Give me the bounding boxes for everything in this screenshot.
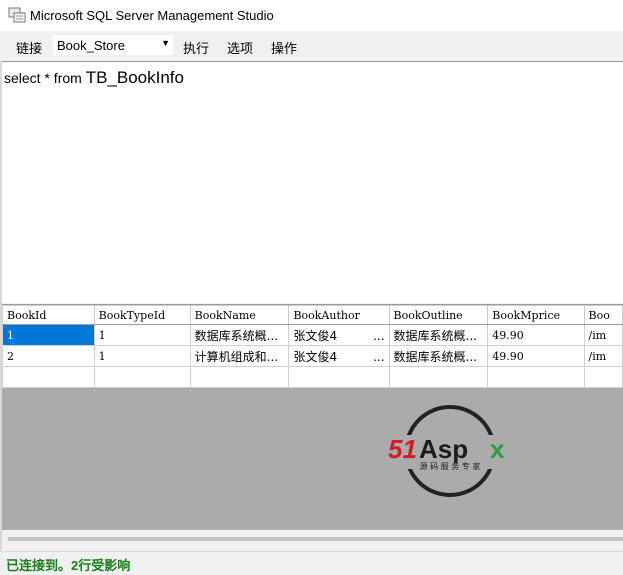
chevron-down-icon: ▼ bbox=[161, 38, 170, 48]
query-prefix: select * from bbox=[4, 70, 86, 86]
results-table: BookId BookTypeId BookName BookAuthor Bo… bbox=[2, 305, 623, 388]
cell-empty[interactable] bbox=[487, 366, 585, 388]
column-header-bookauthor[interactable]: BookAuthor bbox=[288, 305, 390, 325]
options-menu-item[interactable]: 选项 bbox=[227, 38, 253, 57]
svg-text:x: x bbox=[490, 434, 505, 464]
cell-booktypeid[interactable]: 1 bbox=[93, 324, 191, 346]
window-title: Microsoft SQL Server Management Studio bbox=[30, 8, 274, 23]
cell-bookmprice[interactable]: 49.90 bbox=[487, 324, 585, 346]
horizontal-scrollbar[interactable] bbox=[2, 530, 623, 548]
column-header-bookoutline[interactable]: BookOutline bbox=[388, 305, 489, 325]
database-select-value: Book_Store bbox=[57, 38, 125, 53]
svg-text:51: 51 bbox=[388, 434, 417, 464]
cell-boo[interactable]: /im bbox=[583, 345, 623, 367]
cell-empty[interactable] bbox=[288, 366, 390, 388]
ssms-app-icon bbox=[8, 7, 26, 23]
cell-bookoutline[interactable]: 数据库系统概... bbox=[388, 324, 489, 346]
operate-menu-item[interactable]: 操作 bbox=[271, 38, 297, 57]
results-grid[interactable]: BookId BookTypeId BookName BookAuthor Bo… bbox=[2, 304, 623, 531]
query-editor[interactable]: select * from TB_BookInfo bbox=[0, 61, 623, 303]
cell-bookname[interactable]: 计算机组成和... bbox=[189, 345, 290, 367]
column-header-bookid[interactable]: BookId bbox=[2, 305, 95, 325]
execute-menu-item[interactable]: 执行 bbox=[183, 38, 209, 57]
column-header-booktypeid[interactable]: BookTypeId bbox=[93, 305, 191, 325]
cell-empty[interactable] bbox=[93, 366, 191, 388]
table-row[interactable]: 2 1 计算机组成和... 张文俊4 ... 数据库系统概... 49.90 /… bbox=[2, 345, 623, 367]
cell-bookid[interactable]: 1 bbox=[2, 324, 95, 346]
table-row[interactable]: 1 1 数据库系统概... 张文俊4 ... 数据库系统概... 49.90 /… bbox=[2, 324, 623, 346]
cell-boo[interactable]: /im bbox=[583, 324, 623, 346]
table-row-new[interactable] bbox=[2, 366, 623, 388]
cell-bookauthor[interactable]: 张文俊4 ... bbox=[288, 345, 390, 367]
cell-bookoutline[interactable]: 数据库系统概... bbox=[388, 345, 489, 367]
status-message: 已连接到。2行受影响 bbox=[6, 558, 131, 573]
cell-bookmprice[interactable]: 49.90 bbox=[487, 345, 585, 367]
column-header-boo[interactable]: Boo bbox=[583, 305, 623, 325]
cell-empty[interactable] bbox=[189, 366, 290, 388]
svg-text:Asp: Asp bbox=[419, 434, 468, 464]
header-row: BookId BookTypeId BookName BookAuthor Bo… bbox=[2, 305, 623, 325]
query-table-name: TB_BookInfo bbox=[85, 68, 184, 87]
svg-text:源 码 服 务 专 家: 源 码 服 务 专 家 bbox=[420, 461, 481, 471]
connect-menu-item[interactable]: 链接 bbox=[16, 38, 42, 57]
cell-booktypeid[interactable]: 1 bbox=[93, 345, 191, 367]
cell-empty[interactable] bbox=[2, 366, 95, 388]
title-bar: Microsoft SQL Server Management Studio bbox=[0, 0, 623, 31]
cell-bookname[interactable]: 数据库系统概... bbox=[189, 324, 290, 346]
status-bar: 已连接到。2行受影响 bbox=[0, 551, 623, 575]
scrollbar-thumb[interactable] bbox=[8, 537, 623, 541]
query-text: select * from TB_BookInfo bbox=[4, 68, 184, 88]
cell-bookauthor[interactable]: 张文俊4 ... bbox=[288, 324, 390, 346]
column-header-bookname[interactable]: BookName bbox=[189, 305, 290, 325]
database-select[interactable]: Book_Store ▼ bbox=[52, 34, 174, 56]
brand-watermark-logo: 51 Asp x 源 码 服 务 专 家 bbox=[386, 405, 514, 497]
cell-empty[interactable] bbox=[388, 366, 489, 388]
cell-empty[interactable] bbox=[583, 366, 623, 388]
column-header-bookmprice[interactable]: BookMprice bbox=[487, 305, 585, 325]
cell-bookid[interactable]: 2 bbox=[2, 345, 95, 367]
